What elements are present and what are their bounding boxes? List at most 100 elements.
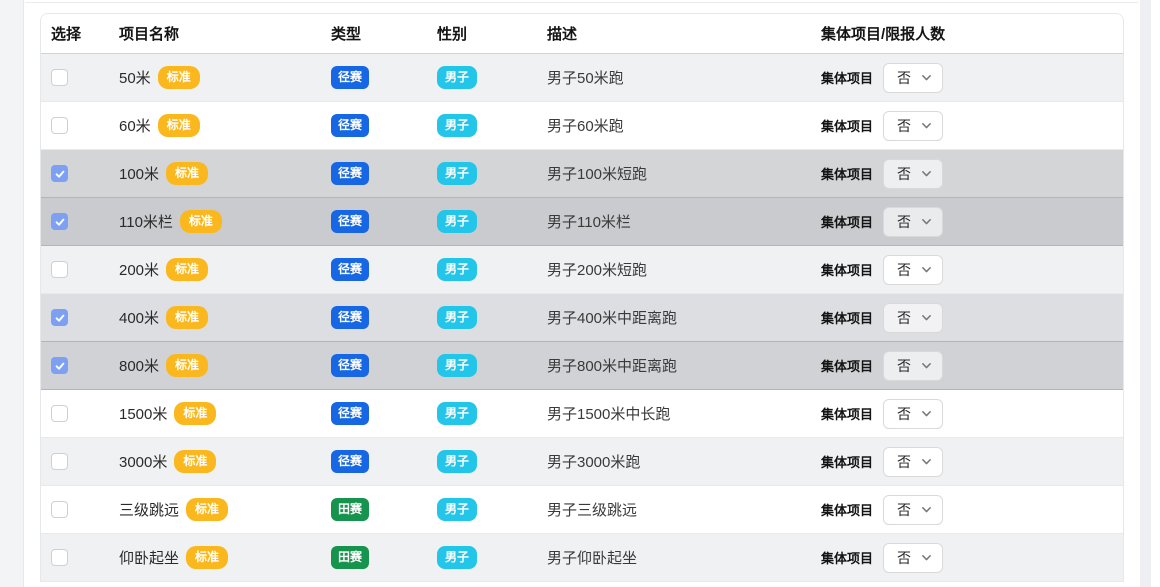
- gender-badge: 男子: [437, 354, 477, 377]
- type-cell: 径赛: [331, 162, 437, 185]
- group-project-label: 集体项目: [821, 116, 873, 135]
- gender-cell: 男子: [437, 210, 547, 233]
- vertical-scrollbar[interactable]: [1140, 0, 1151, 587]
- group-cell: 集体项目 否: [821, 447, 1123, 477]
- event-name: 50米: [119, 67, 151, 88]
- gender-cell: 男子: [437, 258, 547, 281]
- row-checkbox[interactable]: [51, 309, 68, 326]
- event-name: 1500米: [119, 403, 167, 424]
- type-cell: 径赛: [331, 354, 437, 377]
- row-checkbox[interactable]: [51, 261, 68, 278]
- row-checkbox[interactable]: [51, 405, 68, 422]
- gender-cell: 男子: [437, 306, 547, 329]
- events-table-page: 选择 项目名称 类型 性别 描述 集体项目/限报人数 50米 标准 径赛 男子: [0, 0, 1160, 587]
- chevron-down-icon: [920, 167, 933, 180]
- event-description: 男子800米中距离跑: [547, 355, 677, 376]
- event-description: 男子50米跑: [547, 67, 624, 88]
- table-row[interactable]: 100米 标准 径赛 男子 男子100米短跑 集体项目 否: [41, 150, 1123, 198]
- header-group-limit: 集体项目/限报人数: [821, 23, 1123, 44]
- select-value: 否: [897, 500, 911, 520]
- name-cell: 800米 标准: [119, 354, 331, 377]
- table-row[interactable]: 60米 标准 径赛 男子 男子60米跑 集体项目 否: [41, 102, 1123, 150]
- standard-badge: 标准: [174, 402, 216, 425]
- select-value: 否: [897, 308, 911, 328]
- table-row[interactable]: 50米 标准 径赛 男子 男子50米跑 集体项目 否: [41, 54, 1123, 102]
- name-cell: 3000米 标准: [119, 450, 331, 473]
- gender-badge: 男子: [437, 114, 477, 137]
- row-checkbox[interactable]: [51, 357, 68, 374]
- type-cell: 田赛: [331, 546, 437, 569]
- header-gender: 性别: [437, 23, 547, 44]
- row-checkbox[interactable]: [51, 501, 68, 518]
- table-row[interactable]: 1500米 标准 径赛 男子 男子1500米中长跑 集体项目 否: [41, 390, 1123, 438]
- standard-badge: 标准: [166, 162, 208, 185]
- event-description: 男子100米短跑: [547, 163, 647, 184]
- type-badge: 径赛: [331, 162, 369, 185]
- select-cell: [51, 357, 119, 374]
- name-cell: 50米 标准: [119, 66, 331, 89]
- type-badge: 径赛: [331, 450, 369, 473]
- type-badge: 田赛: [331, 498, 369, 521]
- table-row[interactable]: 110米栏 标准 径赛 男子 男子110米栏 集体项目 否: [41, 198, 1123, 246]
- description-cell: 男子仰卧起坐: [547, 547, 821, 568]
- row-checkbox[interactable]: [51, 69, 68, 86]
- group-project-select[interactable]: 否: [883, 495, 943, 525]
- group-project-select[interactable]: 否: [883, 111, 943, 141]
- select-cell: [51, 165, 119, 182]
- row-checkbox[interactable]: [51, 117, 68, 134]
- group-project-label: 集体项目: [821, 308, 873, 327]
- gender-cell: 男子: [437, 498, 547, 521]
- group-project-select[interactable]: 否: [883, 303, 943, 333]
- row-checkbox[interactable]: [51, 453, 68, 470]
- group-project-select[interactable]: 否: [883, 351, 943, 381]
- event-name: 200米: [119, 259, 159, 280]
- type-cell: 径赛: [331, 210, 437, 233]
- row-checkbox[interactable]: [51, 549, 68, 566]
- name-cell: 1500米 标准: [119, 402, 331, 425]
- group-project-select[interactable]: 否: [883, 255, 943, 285]
- group-project-select[interactable]: 否: [883, 543, 943, 573]
- select-cell: [51, 69, 119, 86]
- group-project-label: 集体项目: [821, 68, 873, 87]
- table-row[interactable]: 400米 标准 径赛 男子 男子400米中距离跑 集体项目 否: [41, 294, 1123, 342]
- select-value: 否: [897, 404, 911, 424]
- select-cell: [51, 117, 119, 134]
- select-cell: [51, 453, 119, 470]
- group-project-select[interactable]: 否: [883, 207, 943, 237]
- gender-badge: 男子: [437, 162, 477, 185]
- event-name: 100米: [119, 163, 159, 184]
- description-cell: 男子100米短跑: [547, 163, 821, 184]
- description-cell: 男子60米跑: [547, 115, 821, 136]
- row-checkbox[interactable]: [51, 213, 68, 230]
- description-cell: 男子200米短跑: [547, 259, 821, 280]
- gender-badge: 男子: [437, 402, 477, 425]
- check-icon: [54, 168, 66, 180]
- group-project-select[interactable]: 否: [883, 63, 943, 93]
- description-cell: 男子110米栏: [547, 211, 821, 232]
- group-cell: 集体项目 否: [821, 111, 1123, 141]
- gender-cell: 男子: [437, 546, 547, 569]
- table-row[interactable]: 800米 标准 径赛 男子 男子800米中距离跑 集体项目 否: [41, 342, 1123, 390]
- group-project-select[interactable]: 否: [883, 399, 943, 429]
- header-name: 项目名称: [119, 23, 331, 44]
- table-row[interactable]: 3000米 标准 径赛 男子 男子3000米跑 集体项目 否: [41, 438, 1123, 486]
- gender-cell: 男子: [437, 354, 547, 377]
- standard-badge: 标准: [166, 258, 208, 281]
- description-cell: 男子400米中距离跑: [547, 307, 821, 328]
- table-row[interactable]: 200米 标准 径赛 男子 男子200米短跑 集体项目 否: [41, 246, 1123, 294]
- group-cell: 集体项目 否: [821, 159, 1123, 189]
- row-checkbox[interactable]: [51, 165, 68, 182]
- standard-badge: 标准: [186, 546, 228, 569]
- group-project-select[interactable]: 否: [883, 159, 943, 189]
- check-icon: [54, 360, 66, 372]
- chevron-down-icon: [920, 455, 933, 468]
- table-row[interactable]: 三级跳远 标准 田赛 男子 男子三级跳远 集体项目 否: [41, 486, 1123, 534]
- group-project-select[interactable]: 否: [883, 447, 943, 477]
- table-row[interactable]: 仰卧起坐 标准 田赛 男子 男子仰卧起坐 集体项目 否: [41, 534, 1123, 582]
- events-table: 选择 项目名称 类型 性别 描述 集体项目/限报人数 50米 标准 径赛 男子: [40, 13, 1124, 582]
- gender-cell: 男子: [437, 66, 547, 89]
- event-name: 800米: [119, 355, 159, 376]
- left-gutter: [0, 0, 24, 587]
- select-cell: [51, 309, 119, 326]
- chevron-down-icon: [920, 551, 933, 564]
